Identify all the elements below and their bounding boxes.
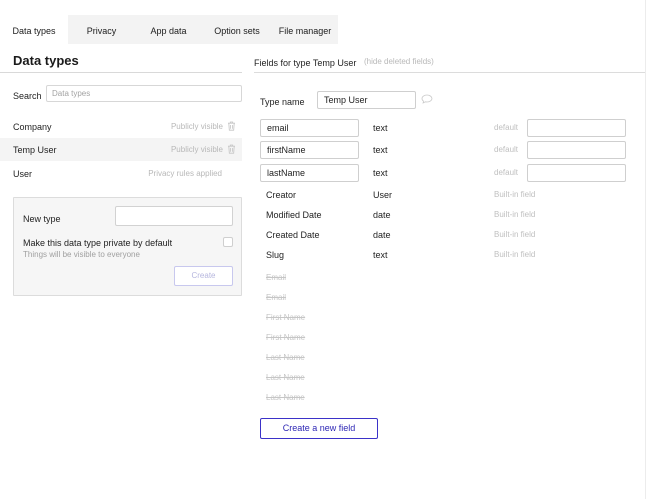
deleted-field: First Name xyxy=(266,313,306,322)
deleted-field: Email xyxy=(266,293,287,302)
builtin-field-name: Slug xyxy=(266,250,285,260)
builtin-field-type: text xyxy=(373,250,388,260)
tab-data-types[interactable]: Data types xyxy=(0,15,68,44)
field-row-email: text default xyxy=(0,119,647,137)
search-label: Search xyxy=(13,91,42,101)
hide-deleted-link[interactable]: (hide deleted fields) xyxy=(364,57,434,66)
tab-bar: Data types Privacy App data Option sets … xyxy=(0,15,338,44)
create-button[interactable]: Create xyxy=(174,266,233,286)
default-value-input[interactable] xyxy=(527,164,626,182)
builtin-field-label: Built-in field xyxy=(494,210,536,219)
deleted-field: Email xyxy=(266,273,287,282)
builtin-field-label: Built-in field xyxy=(494,190,536,199)
field-row-firstname: text default xyxy=(0,141,647,159)
create-new-field-button[interactable]: Create a new field xyxy=(260,418,378,439)
type-name-input[interactable] xyxy=(317,91,416,109)
tab-file-manager[interactable]: File manager xyxy=(272,15,338,44)
default-label: default xyxy=(494,168,519,177)
fields-title: Fields for type Temp User xyxy=(254,58,357,68)
builtin-field-name: Modified Date xyxy=(266,210,322,220)
field-row-lastname: text default xyxy=(0,164,647,182)
field-name-input[interactable] xyxy=(260,119,359,137)
field-name-input[interactable] xyxy=(260,141,359,159)
builtin-field-row: Slug text Built-in field xyxy=(0,250,647,264)
data-types-title: Data types xyxy=(13,53,79,68)
default-value-input[interactable] xyxy=(527,119,626,137)
tab-privacy[interactable]: Privacy xyxy=(68,15,135,44)
builtin-field-label: Built-in field xyxy=(494,250,536,259)
default-label: default xyxy=(494,145,519,154)
type-name-label: Type name xyxy=(260,97,305,107)
builtin-field-row: Creator User Built-in field xyxy=(0,190,647,204)
divider xyxy=(254,72,645,73)
builtin-field-type: User xyxy=(373,190,393,200)
builtin-field-label: Built-in field xyxy=(494,230,536,239)
search-input[interactable] xyxy=(46,85,242,102)
builtin-field-type: date xyxy=(373,210,391,220)
deleted-field: Last Name xyxy=(266,393,305,402)
builtin-field-name: Creator xyxy=(266,190,297,200)
default-label: default xyxy=(494,123,519,132)
builtin-field-type: date xyxy=(373,230,391,240)
builtin-field-row: Created Date date Built-in field xyxy=(0,230,647,244)
deleted-field: First Name xyxy=(266,333,306,342)
divider xyxy=(0,72,242,73)
field-type: text xyxy=(373,168,388,178)
comment-icon[interactable] xyxy=(421,94,433,104)
deleted-field: Last Name xyxy=(266,373,305,382)
builtin-field-row: Modified Date date Built-in field xyxy=(0,210,647,224)
default-value-input[interactable] xyxy=(527,141,626,159)
field-type: text xyxy=(373,145,388,155)
field-name-input[interactable] xyxy=(260,164,359,182)
builtin-field-name: Created Date xyxy=(266,230,320,240)
deleted-field: Last Name xyxy=(266,353,305,362)
tab-app-data[interactable]: App data xyxy=(135,15,202,44)
field-type: text xyxy=(373,123,388,133)
tab-option-sets[interactable]: Option sets xyxy=(202,15,272,44)
